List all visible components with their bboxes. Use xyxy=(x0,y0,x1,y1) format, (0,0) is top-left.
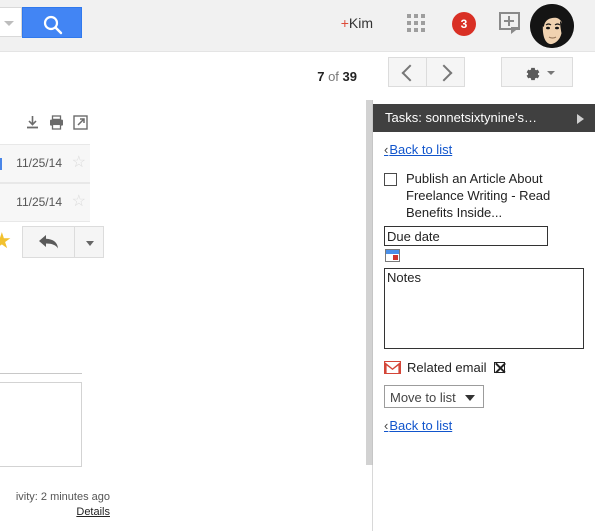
due-date-input[interactable] xyxy=(384,226,548,246)
chevron-left-small-icon: ‹ xyxy=(384,142,389,157)
search-icon xyxy=(43,15,63,35)
search-button[interactable] xyxy=(22,7,82,38)
notification-badge[interactable]: 3 xyxy=(452,12,476,36)
star-icon[interactable]: ☆ xyxy=(72,155,86,171)
top-header-band: +Kim 3 xyxy=(0,0,595,52)
more-reply-options-button[interactable] xyxy=(74,226,104,258)
avatar[interactable] xyxy=(530,4,574,48)
notes-textarea[interactable] xyxy=(384,268,584,349)
starred-icon[interactable]: ★ xyxy=(0,230,12,252)
pane-splitter[interactable] xyxy=(366,100,373,465)
pagination-of: of xyxy=(324,69,343,84)
plus-sign: + xyxy=(340,15,349,31)
tasks-panel-header[interactable]: Tasks: sonnetsixtynine's… xyxy=(373,104,595,132)
chevron-down-icon xyxy=(465,395,475,401)
task-item: Publish an Article About Freelance Writi… xyxy=(384,170,584,221)
chevron-left-icon xyxy=(401,64,419,82)
gmail-envelope-icon xyxy=(384,361,401,374)
move-to-list-label: Move to list xyxy=(390,390,456,405)
google-plus-name-link[interactable]: +Kim xyxy=(341,15,373,31)
back-to-list-link-bottom[interactable]: ‹Back to list xyxy=(384,418,452,433)
pagination-nav-group xyxy=(388,57,465,87)
mail-reading-pane: 11/25/14 ☆ 11/25/14 ☆ ★ ivity: 2 minutes… xyxy=(0,100,366,531)
message-date: 11/25/14 xyxy=(16,195,62,209)
table-row[interactable]: 11/25/14 ☆ xyxy=(0,183,90,222)
chevron-down-icon xyxy=(4,21,14,26)
back-to-list-label: Back to list xyxy=(389,142,453,157)
reply-arrow-icon xyxy=(39,235,58,249)
task-complete-checkbox[interactable] xyxy=(384,173,397,186)
download-icon[interactable] xyxy=(24,114,41,131)
star-icon[interactable]: ☆ xyxy=(72,194,86,210)
gear-icon xyxy=(526,67,540,81)
share-post-icon[interactable] xyxy=(499,12,523,34)
message-toolbar-row: 7 of 39 xyxy=(0,52,595,100)
related-email-label[interactable]: Related email xyxy=(407,360,487,375)
attachment-actions xyxy=(22,112,132,136)
divider xyxy=(0,373,82,374)
close-x-icon[interactable] xyxy=(494,362,506,373)
search-options-dropdown[interactable] xyxy=(0,7,22,37)
table-row[interactable]: 11/25/14 ☆ xyxy=(0,144,90,183)
chevron-right-icon xyxy=(435,64,453,82)
open-in-new-window-icon[interactable] xyxy=(72,114,89,131)
task-title[interactable]: Publish an Article About Freelance Writi… xyxy=(406,170,584,221)
avatar-portrait-icon xyxy=(530,4,574,48)
message-date: 11/25/14 xyxy=(16,156,62,170)
expand-arrow-icon[interactable] xyxy=(577,114,584,124)
back-to-list-link-top[interactable]: ‹Back to list xyxy=(384,142,452,157)
pagination-total: 39 xyxy=(342,69,357,84)
activity-details-link[interactable]: Details xyxy=(0,505,110,520)
newer-button[interactable] xyxy=(426,57,465,87)
apps-grid-icon[interactable] xyxy=(407,14,429,36)
move-to-list-dropdown[interactable]: Move to list xyxy=(384,385,484,408)
back-to-list-label: Back to list xyxy=(389,418,453,433)
chevron-down-icon xyxy=(86,241,94,246)
reply-button[interactable] xyxy=(22,226,75,258)
older-button[interactable] xyxy=(388,57,427,87)
label-color-tag xyxy=(0,158,2,170)
settings-button[interactable] xyxy=(501,57,573,87)
tasks-panel-title: Tasks: sonnetsixtynine's… xyxy=(385,110,538,125)
compose-reply-box[interactable] xyxy=(0,382,82,467)
account-activity-footer: ivity: 2 minutes ago Details xyxy=(0,490,110,520)
tasks-panel: Tasks: sonnetsixtynine's… ‹Back to list … xyxy=(373,100,595,531)
plus-name-label: Kim xyxy=(348,15,373,31)
last-activity-text: ivity: 2 minutes ago xyxy=(15,491,110,503)
chevron-down-icon xyxy=(547,71,555,75)
print-icon[interactable] xyxy=(48,114,65,131)
reply-button-group xyxy=(22,226,104,258)
pagination-counter: 7 of 39 xyxy=(317,69,357,84)
calendar-picker-icon[interactable] xyxy=(385,249,400,262)
chevron-left-small-icon: ‹ xyxy=(384,418,389,433)
